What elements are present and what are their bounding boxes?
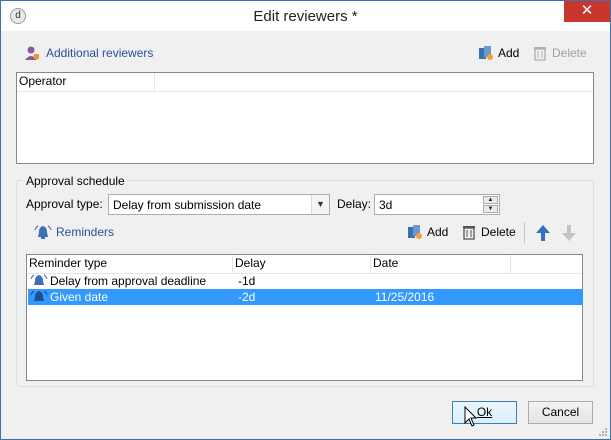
dialog-window: d Edit reviewers * ✕ Additional reviewer…	[0, 0, 611, 440]
table-row[interactable]: Delay from approval deadline -1d	[28, 273, 583, 289]
close-icon: ✕	[580, 2, 594, 19]
close-button[interactable]: ✕	[564, 1, 610, 22]
column-header-filler	[155, 73, 593, 91]
operator-grid[interactable]: Operator	[16, 72, 594, 164]
toolbar-separator	[524, 222, 525, 244]
delay-spinbox[interactable]: 3d ▲ ▼	[374, 194, 500, 215]
column-header-delay[interactable]: Delay	[233, 255, 371, 273]
trash-icon	[534, 47, 546, 61]
column-header-reminder-type[interactable]: Reminder type	[27, 255, 233, 273]
reminders-add-button[interactable]: Add	[407, 224, 448, 240]
cancel-button[interactable]: Cancel	[528, 401, 593, 424]
reminders-link[interactable]: Reminders	[56, 225, 114, 239]
bell-icon	[30, 290, 48, 301]
operator-grid-header: Operator	[17, 73, 593, 92]
reminders-grid[interactable]: Reminder type Delay Date Delay from appr…	[26, 254, 583, 381]
approval-schedule-label: Approval schedule	[23, 174, 128, 188]
reviewer-user-icon	[25, 46, 39, 60]
delay-cell: -1d	[238, 274, 256, 288]
reminders-delete-label: Delete	[481, 225, 516, 239]
reviewers-toolbar: Additional reviewers Add Delete	[16, 41, 594, 67]
column-header-operator[interactable]: Operator	[17, 73, 155, 91]
move-down-arrow-icon[interactable]	[560, 224, 578, 242]
add-icon	[479, 46, 493, 60]
reviewers-add-button[interactable]: Add	[478, 45, 519, 61]
reviewers-add-label: Add	[498, 46, 520, 60]
date-cell: 11/25/2016	[375, 290, 435, 304]
table-row[interactable]: Given date -2d 11/25/2016	[28, 289, 583, 305]
reminders-toolbar: Reminders Add Delete	[26, 220, 582, 246]
column-header-filler	[511, 255, 582, 273]
spin-down-icon[interactable]: ▼	[483, 205, 498, 213]
ok-button[interactable]: Ok	[452, 401, 517, 424]
delay-label: Delay:	[337, 197, 372, 211]
mouse-cursor-icon	[464, 406, 478, 427]
cancel-label: Cancel	[541, 405, 580, 419]
chevron-down-icon[interactable]: ▼	[311, 195, 329, 214]
bell-icon	[34, 225, 52, 239]
reminders-delete-button[interactable]: Delete	[461, 224, 516, 240]
reminders-add-label: Add	[427, 225, 449, 239]
window-title: Edit reviewers *	[253, 8, 358, 25]
additional-reviewers-link[interactable]: Additional reviewers	[46, 46, 153, 60]
reminder-type-cell: Delay from approval deadline	[50, 274, 207, 288]
title-bar: d Edit reviewers * ✕	[1, 1, 610, 31]
resize-grip-icon[interactable]	[598, 427, 608, 437]
add-icon	[408, 225, 422, 239]
approval-type-value: Delay from submission date	[113, 198, 262, 212]
delay-cell: -2d	[238, 290, 256, 304]
delay-spin-buttons: ▲ ▼	[483, 196, 498, 213]
spin-up-icon[interactable]: ▲	[483, 196, 498, 204]
trash-icon	[463, 226, 475, 240]
move-up-arrow-icon[interactable]	[534, 224, 552, 242]
approval-type-label: Approval type:	[26, 197, 103, 211]
reviewers-delete-button[interactable]: Delete	[532, 45, 587, 61]
reviewers-delete-label: Delete	[552, 46, 587, 60]
bell-icon	[30, 274, 48, 285]
delay-value: 3d	[379, 198, 393, 212]
ok-label: Ok	[476, 405, 493, 419]
reminder-type-cell: Given date	[50, 290, 109, 304]
column-header-date[interactable]: Date	[371, 255, 511, 273]
approval-type-select[interactable]: Delay from submission date ▼	[108, 194, 330, 215]
reminders-grid-header: Reminder type Delay Date	[27, 255, 582, 274]
